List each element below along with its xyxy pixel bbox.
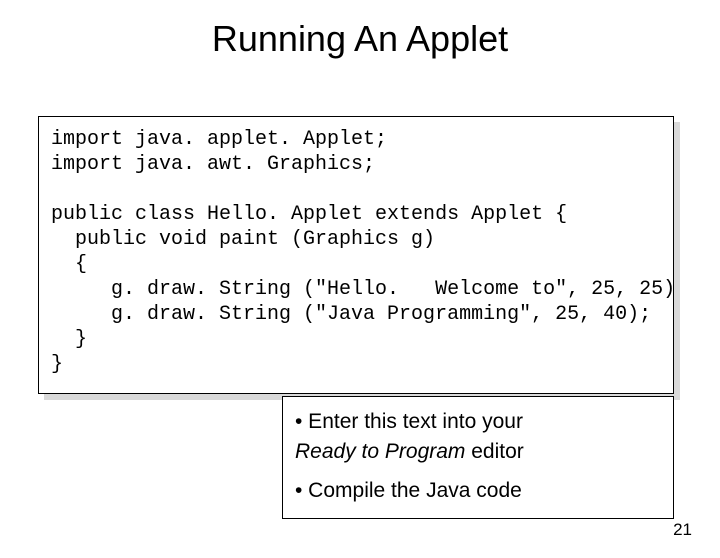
instructions-callout: • Enter this text into your Ready to Pro… — [282, 396, 674, 519]
page-number: 21 — [673, 520, 692, 540]
callout-line-1-text: • Enter this text into your — [295, 410, 523, 433]
callout-line-2: Ready to Program editor — [295, 439, 661, 465]
page-title: Running An Applet — [0, 18, 720, 60]
callout-line-2-rest: editor — [465, 440, 523, 463]
callout-line-3: • Compile the Java code — [295, 478, 661, 504]
code-block: import java. applet. Applet; import java… — [38, 116, 674, 394]
callout-line-1: • Enter this text into your — [295, 409, 661, 435]
callout-line-2-emph: Ready to Program — [295, 440, 465, 463]
